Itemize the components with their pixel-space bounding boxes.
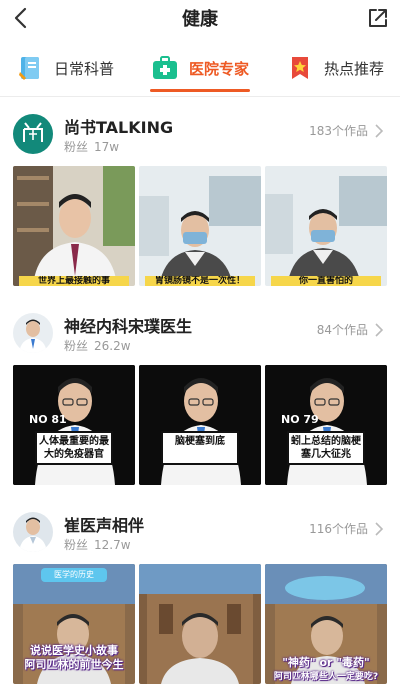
thumbnail-image <box>13 166 135 286</box>
star-badge-icon <box>292 57 308 79</box>
follower-count: 粉丝 17w <box>64 140 120 154</box>
video-thumbnails: 医学的历史 说说医学史小故事 阿司匹林的前世今生 "神药" or "毒药" 阿司… <box>13 564 387 686</box>
chevron-right-icon <box>375 123 384 138</box>
works-link[interactable]: 84个作品 <box>317 321 384 338</box>
video-thumbnail[interactable]: "神药" or "毒药" 阿司匹林哪些人一定要吃? <box>265 564 387 684</box>
video-thumbnails: 世界上最接触的事 胃镜肠镜不是一次性！ 你一直害怕的 <box>13 166 387 288</box>
thumbnail-image <box>139 365 261 485</box>
video-caption: 说说医学史小故事 <box>30 644 118 657</box>
tab-daily-science[interactable]: 日常科普 <box>16 48 114 88</box>
video-caption: "神药" or "毒药" <box>282 656 370 669</box>
video-thumbnail[interactable]: NO 79 蚓上总结的脑梗塞几大征兆 <box>265 365 387 485</box>
logo-icon <box>23 122 43 142</box>
tab-hospital-experts[interactable]: 医院专家 <box>151 48 249 88</box>
chevron-right-icon <box>375 322 384 337</box>
video-thumbnail[interactable]: 医学的历史 说说医学史小故事 阿司匹林的前世今生 <box>13 564 135 684</box>
account-name[interactable]: 崔医声相伴 <box>64 512 144 536</box>
page-title: 健康 <box>182 9 218 30</box>
video-thumbnail[interactable]: 你一直害怕的 <box>265 166 387 286</box>
video-caption: 你一直害怕的 <box>271 276 381 286</box>
works-link[interactable]: 116个作品 <box>309 520 384 537</box>
video-thumbnails: NO 81 人体最重要的最大的免疫器官 脑梗塞到底 NO 79 蚓上总结的脑梗塞… <box>13 365 387 487</box>
video-thumbnail[interactable] <box>139 564 261 684</box>
episode-number: NO 81 <box>29 413 67 426</box>
thumbnail-image <box>265 166 387 286</box>
tab-label: 热点推荐 <box>324 59 385 78</box>
tab-label: 日常科普 <box>54 59 115 78</box>
video-caption: 脑梗塞到底 <box>161 431 239 465</box>
account-name[interactable]: 尚书TALKING <box>64 114 173 138</box>
video-caption: 蚓上总结的脑梗塞几大征兆 <box>287 431 365 465</box>
thumbnail-image <box>139 166 261 286</box>
episode-number: NO 79 <box>281 413 319 426</box>
video-thumbnail[interactable]: 世界上最接触的事 <box>13 166 135 286</box>
avatar[interactable] <box>13 114 53 154</box>
follower-count: 粉丝 12.7w <box>64 538 131 552</box>
video-thumbnail[interactable]: NO 81 人体最重要的最大的免疫器官 <box>13 365 135 485</box>
follower-count: 粉丝 26.2w <box>64 339 131 353</box>
video-caption: 胃镜肠镜不是一次性！ <box>145 276 255 286</box>
avatar-image <box>19 517 47 552</box>
video-caption: 阿司匹林哪些人一定要吃? <box>273 672 379 682</box>
thumbnail-image <box>139 564 261 684</box>
category-tabs: 日常科普 医院专家 热点推荐 <box>0 48 400 94</box>
video-banner: 医学的历史 <box>41 568 107 582</box>
avatar[interactable] <box>13 313 53 353</box>
share-icon[interactable] <box>364 4 392 32</box>
avatar[interactable] <box>13 512 53 552</box>
top-bar: 健康 <box>0 0 400 40</box>
notebook-icon <box>19 57 39 80</box>
video-thumbnail[interactable]: 脑梗塞到底 <box>139 365 261 485</box>
divider <box>0 96 400 97</box>
chevron-right-icon <box>375 521 384 536</box>
avatar-image <box>19 319 47 353</box>
video-thumbnail[interactable]: 胃镜肠镜不是一次性！ <box>139 166 261 286</box>
active-tab-indicator <box>150 89 250 92</box>
tab-hot-picks[interactable]: 热点推荐 <box>286 48 384 88</box>
video-caption: 阿司匹林的前世今生 <box>24 658 124 671</box>
video-caption: 人体最重要的最大的免疫器官 <box>35 431 113 465</box>
tab-label: 医院专家 <box>189 59 250 78</box>
video-caption: 世界上最接触的事 <box>19 276 129 286</box>
works-link[interactable]: 183个作品 <box>309 122 384 139</box>
medical-kit-icon <box>153 56 177 79</box>
account-name[interactable]: 神经内科宋璞医生 <box>64 313 192 337</box>
